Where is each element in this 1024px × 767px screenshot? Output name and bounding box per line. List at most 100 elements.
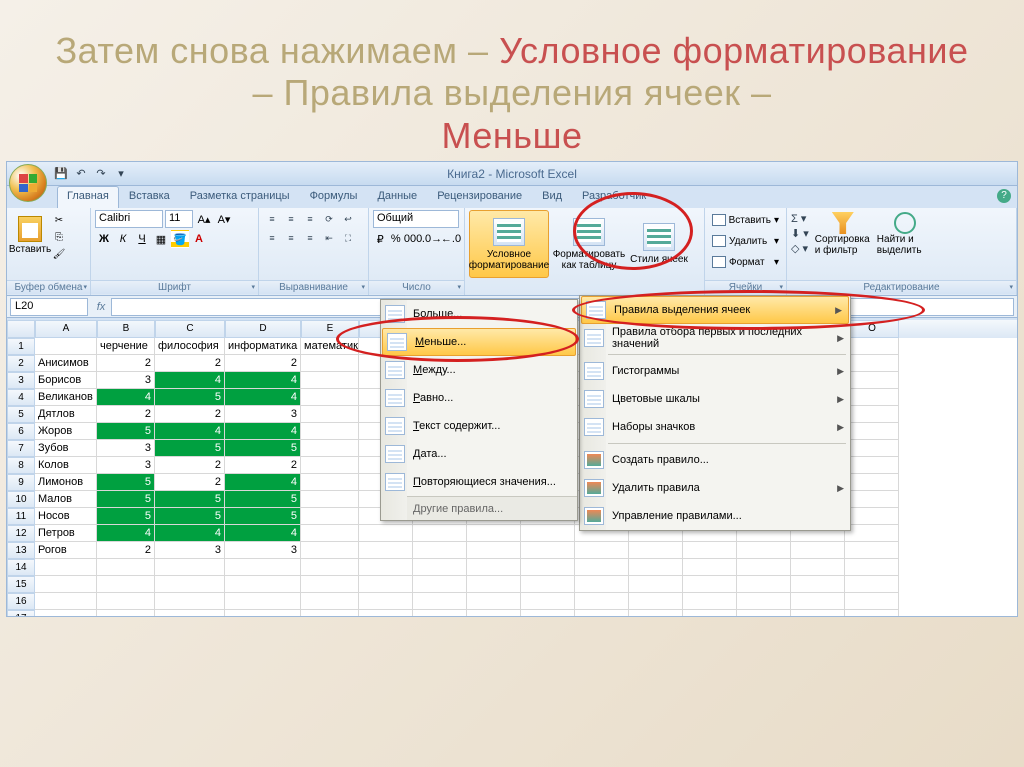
cell[interactable]: [225, 593, 301, 610]
cell[interactable]: [467, 525, 521, 542]
cell[interactable]: 5: [97, 423, 155, 440]
comma-icon[interactable]: 000: [404, 230, 422, 248]
cell[interactable]: 5: [225, 440, 301, 457]
row-header[interactable]: 7: [7, 440, 35, 457]
row-header[interactable]: 9: [7, 474, 35, 491]
indent-dec-icon[interactable]: ⇤: [320, 229, 338, 247]
align-mid-icon[interactable]: ≡: [282, 210, 300, 228]
cell[interactable]: [845, 406, 899, 423]
cell[interactable]: 5: [155, 491, 225, 508]
col-header[interactable]: B: [97, 320, 155, 338]
number-format-input[interactable]: Общий: [373, 210, 459, 228]
cell[interactable]: [97, 610, 155, 616]
cell[interactable]: [845, 610, 899, 616]
cell[interactable]: [467, 576, 521, 593]
fill-icon[interactable]: ⬇ ▾: [791, 227, 809, 240]
cell[interactable]: [155, 593, 225, 610]
cell[interactable]: [225, 576, 301, 593]
cell[interactable]: 2: [97, 406, 155, 423]
cell[interactable]: [301, 610, 359, 616]
cell[interactable]: 3: [225, 406, 301, 423]
cell[interactable]: [97, 593, 155, 610]
cell[interactable]: 5: [97, 474, 155, 491]
cell[interactable]: [413, 559, 467, 576]
cell[interactable]: [413, 610, 467, 616]
cell[interactable]: [575, 542, 629, 559]
fill-color-icon[interactable]: 🪣: [171, 230, 189, 248]
cell[interactable]: 4: [155, 372, 225, 389]
cell[interactable]: [791, 610, 845, 616]
insert-cells-button[interactable]: Вставить▾: [709, 210, 782, 230]
cell[interactable]: черчение: [97, 338, 155, 355]
bold-button[interactable]: Ж: [95, 230, 113, 248]
align-left-icon[interactable]: ≡: [263, 229, 281, 247]
row-header[interactable]: 5: [7, 406, 35, 423]
cell[interactable]: [155, 576, 225, 593]
cell[interactable]: 5: [97, 508, 155, 525]
currency-icon[interactable]: ₽: [373, 230, 388, 248]
cell[interactable]: [35, 559, 97, 576]
cell[interactable]: [301, 593, 359, 610]
menu-item[interactable]: Между...: [381, 356, 577, 384]
cell[interactable]: [737, 559, 791, 576]
col-header[interactable]: A: [35, 320, 97, 338]
clear-icon[interactable]: ◇ ▾: [791, 242, 809, 255]
font-color-icon[interactable]: A: [190, 230, 208, 248]
cell[interactable]: 5: [155, 508, 225, 525]
cell[interactable]: [155, 610, 225, 616]
cell[interactable]: [521, 576, 575, 593]
cell[interactable]: Зубов: [35, 440, 97, 457]
cell[interactable]: [301, 508, 359, 525]
row-header[interactable]: 14: [7, 559, 35, 576]
cell[interactable]: [301, 440, 359, 457]
cell[interactable]: [575, 593, 629, 610]
cell[interactable]: [521, 559, 575, 576]
tab-вид[interactable]: Вид: [532, 186, 572, 208]
tab-вставка[interactable]: Вставка: [119, 186, 180, 208]
menu-item[interactable]: Равно...: [381, 384, 577, 412]
align-right-icon[interactable]: ≡: [301, 229, 319, 247]
tab-главная[interactable]: Главная: [57, 186, 119, 208]
tab-разметка страницы[interactable]: Разметка страницы: [180, 186, 300, 208]
menu-item[interactable]: Гистограммы▶: [580, 357, 850, 385]
cell[interactable]: 4: [225, 474, 301, 491]
menu-item[interactable]: Дата...: [381, 440, 577, 468]
menu-item[interactable]: Текст содержит...: [381, 412, 577, 440]
cell[interactable]: [521, 593, 575, 610]
cell[interactable]: [301, 576, 359, 593]
cell[interactable]: [683, 610, 737, 616]
cell[interactable]: [155, 559, 225, 576]
cell[interactable]: Малов: [35, 491, 97, 508]
grow-font-icon[interactable]: A▴: [195, 210, 213, 228]
row-header[interactable]: 16: [7, 593, 35, 610]
cell[interactable]: 4: [225, 423, 301, 440]
cell[interactable]: [521, 542, 575, 559]
qat-dropdown-icon[interactable]: ▾: [113, 166, 129, 182]
cell[interactable]: 2: [155, 457, 225, 474]
cell[interactable]: [225, 559, 301, 576]
cell[interactable]: 3: [225, 542, 301, 559]
menu-item[interactable]: Удалить правила▶: [580, 474, 850, 502]
cell[interactable]: 2: [155, 474, 225, 491]
cell[interactable]: 4: [225, 525, 301, 542]
menu-item[interactable]: Больше...: [381, 300, 577, 328]
cell[interactable]: [521, 610, 575, 616]
cell[interactable]: [629, 576, 683, 593]
copy-icon[interactable]: ⎘: [49, 229, 69, 245]
row-header[interactable]: 11: [7, 508, 35, 525]
cell[interactable]: 2: [97, 355, 155, 372]
cell[interactable]: Великанов: [35, 389, 97, 406]
fx-icon[interactable]: fx: [91, 301, 111, 313]
sort-filter-button[interactable]: Сортировка и фильтр: [815, 212, 871, 256]
menu-item[interactable]: Повторяющиеся значения...: [381, 468, 577, 496]
delete-cells-button[interactable]: Удалить▾: [709, 231, 782, 251]
cell[interactable]: философия: [155, 338, 225, 355]
cell[interactable]: 4: [225, 389, 301, 406]
menu-item[interactable]: Правила отбора первых и последних значен…: [580, 324, 850, 352]
cell[interactable]: Борисов: [35, 372, 97, 389]
cell[interactable]: [359, 610, 413, 616]
cell[interactable]: 5: [97, 491, 155, 508]
cell[interactable]: 5: [155, 389, 225, 406]
save-icon[interactable]: 💾: [53, 166, 69, 182]
autosum-icon[interactable]: Σ ▾: [791, 212, 809, 225]
